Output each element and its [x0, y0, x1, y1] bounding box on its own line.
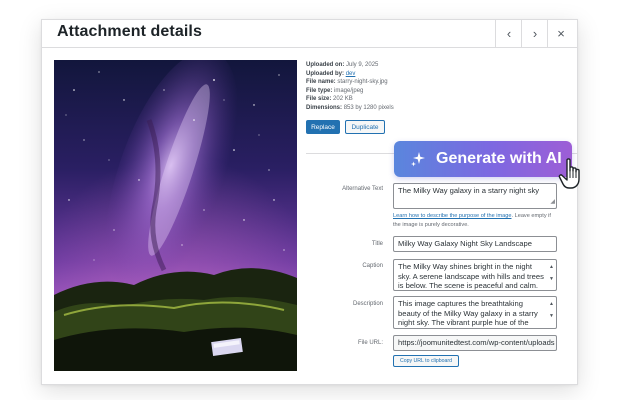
resize-grip-icon: ◢ — [550, 199, 555, 206]
description-field[interactable]: This image captures the breathtaking bea… — [393, 296, 557, 329]
close-icon[interactable]: × — [547, 20, 574, 47]
meta-uploaded-on: Uploaded on: July 9, 2025 — [306, 62, 379, 68]
caption-label: Caption — [362, 263, 383, 269]
copy-url-button[interactable]: Copy URL to clipboard — [393, 355, 459, 367]
duplicate-button[interactable]: Duplicate — [345, 120, 385, 134]
modal-title: Attachment details — [57, 23, 202, 40]
modal-header: Attachment details ‹ › × — [42, 20, 577, 48]
alt-text-help-link[interactable]: Learn how to describe the purpose of the… — [393, 213, 511, 219]
meta-file-name: File name: starry-night-sky.jpg — [306, 79, 388, 86]
description-label: Description — [352, 301, 383, 307]
generate-with-ai-button[interactable]: Generate with AI — [394, 141, 572, 177]
alt-text-help: Learn how to describe the purpose of the… — [393, 213, 551, 228]
hand-pointer-icon — [558, 158, 580, 189]
generate-with-ai-label: Generate with AI — [436, 150, 562, 167]
replace-button[interactable]: Replace — [306, 120, 340, 134]
alt-text-field[interactable]: The Milky Way galaxy in a starry night s… — [393, 183, 557, 209]
scroll-arrows-icon[interactable]: ▲ ▼ — [549, 261, 554, 285]
caption-field[interactable]: The Milky Way shines bright in the night… — [393, 259, 557, 291]
sparkle-icon — [411, 152, 425, 167]
meta-file-type: File type: image/jpeg — [306, 87, 364, 94]
file-url-field[interactable]: https://joomunitedtest.com/wp-content/up… — [393, 335, 557, 351]
attachment-image-preview — [54, 60, 297, 371]
alt-text-label: Alternative Text — [342, 186, 383, 192]
file-metadata: Uploaded on: July 9, 2025 Uploaded by: d… — [306, 61, 394, 113]
chevron-right-icon[interactable]: › — [521, 20, 548, 47]
file-url-label: File URL: — [357, 340, 383, 346]
title-field[interactable]: Milky Way Galaxy Night Sky Landscape — [393, 236, 557, 252]
chevron-left-icon[interactable]: ‹ — [495, 20, 522, 47]
meta-file-size: File size: 202 KB — [306, 96, 353, 103]
meta-dimensions: Dimensions: 853 by 1280 pixels — [306, 104, 394, 111]
scroll-arrows-icon[interactable]: ▲ ▼ — [549, 298, 554, 322]
attachment-details-modal: Attachment details ‹ › × Uploaded on: Ju… — [41, 19, 578, 385]
title-label: Title — [371, 241, 383, 247]
meta-uploaded-by: Uploaded by: dev — [306, 70, 356, 77]
uploaded-by-link[interactable]: dev — [346, 71, 356, 77]
